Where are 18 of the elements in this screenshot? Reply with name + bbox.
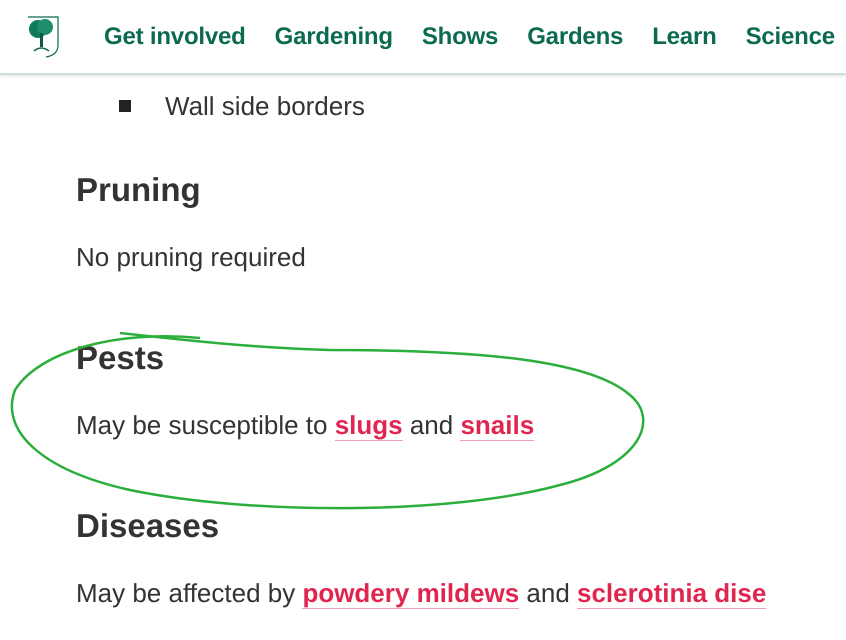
text-link[interactable]: snails [460, 410, 534, 440]
section-heading: Pruning [76, 170, 202, 209]
section-paragraph: No pruning required [76, 240, 307, 274]
text-link[interactable]: sclerotinia dise [577, 578, 766, 608]
section-paragraph: May be susceptible to slugs and snails [76, 408, 536, 442]
nav-link[interactable]: Learn [652, 22, 717, 50]
nav-link[interactable]: Gardening [274, 22, 393, 50]
list-item: Wall side borders [165, 90, 365, 122]
nav-link[interactable]: Shows [422, 22, 498, 50]
nav-link[interactable]: Gardens [527, 22, 624, 50]
text-link[interactable]: powdery mildews [302, 578, 520, 608]
nav-link[interactable]: Science [746, 22, 835, 50]
section-paragraph: May be affected by powdery mildews and sclerotinia dise [76, 576, 768, 610]
nav-link[interactable]: Get involved [104, 22, 246, 50]
section-heading: Pests [76, 338, 166, 377]
section-heading: Diseases [76, 506, 220, 545]
bullet-icon [119, 100, 131, 112]
text-link[interactable]: slugs [334, 410, 403, 440]
